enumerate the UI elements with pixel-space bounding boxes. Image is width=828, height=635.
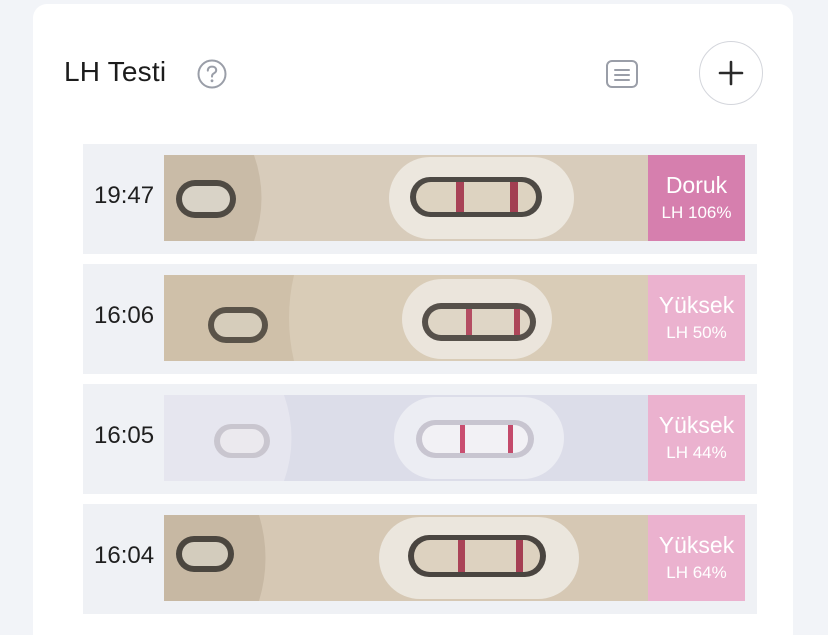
- help-circle-icon[interactable]: [197, 59, 227, 89]
- lh-level-label: Yüksek: [658, 292, 735, 318]
- test-row[interactable]: 16:05 Yüksek LH 44%: [83, 384, 757, 494]
- lh-level-badge: Yüksek LH 64%: [648, 515, 745, 601]
- lh-value: LH 64%: [666, 563, 727, 582]
- lh-level-badge: Doruk LH 106%: [648, 155, 745, 241]
- test-strip-image: [164, 155, 648, 241]
- test-time: 16:06: [94, 302, 155, 329]
- test-strip-image: [164, 395, 648, 481]
- test-row[interactable]: 16:04 Yüksek LH 64%: [83, 504, 757, 614]
- lh-level-label: Yüksek: [658, 532, 735, 558]
- test-strip-image: [164, 515, 648, 601]
- page-title: LH Testi: [64, 56, 167, 87]
- add-test-button[interactable]: [699, 41, 763, 105]
- lh-level-label: Yüksek: [658, 412, 735, 438]
- test-time: 16:05: [94, 422, 155, 449]
- lh-test-card: LH Testi 19:47 Doruk LH 106% 16:06 Yükse…: [33, 4, 793, 635]
- test-row[interactable]: 16:06 Yüksek LH 50%: [83, 264, 757, 374]
- test-time: 19:47: [94, 182, 155, 209]
- test-strip-image: [164, 275, 648, 361]
- test-time: 16:04: [94, 542, 155, 569]
- lh-level-label: Doruk: [665, 172, 728, 198]
- test-row[interactable]: 19:47 Doruk LH 106%: [83, 144, 757, 254]
- plus-icon: [718, 60, 744, 86]
- lh-value: LH 44%: [666, 443, 727, 462]
- lh-level-badge: Yüksek LH 50%: [648, 275, 745, 361]
- list-icon[interactable]: [605, 59, 639, 89]
- lh-value: LH 50%: [666, 323, 727, 342]
- lh-level-badge: Yüksek LH 44%: [648, 395, 745, 481]
- lh-value: LH 106%: [661, 203, 732, 222]
